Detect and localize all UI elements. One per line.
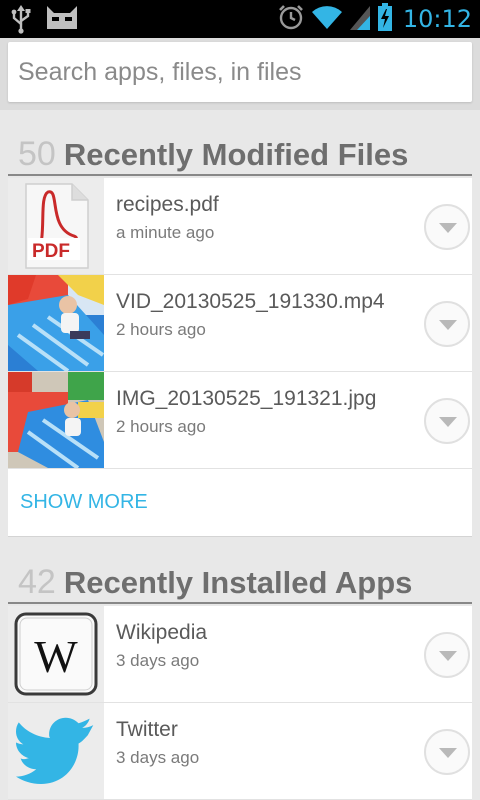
item-time: 3 days ago bbox=[116, 748, 200, 767]
recent-apps-title: Recently Installed Apps bbox=[63, 565, 413, 600]
signal-icon bbox=[349, 4, 371, 35]
recent-apps-header: 42 Recently Installed Apps bbox=[8, 560, 472, 604]
list-item[interactable]: PDF recipes.pdf a minute ago bbox=[8, 178, 472, 275]
search-input[interactable] bbox=[8, 42, 472, 102]
recent-apps-list: W Wikipedia 3 days ago Twitter 3 days ag… bbox=[8, 606, 472, 800]
item-menu-button[interactable] bbox=[424, 204, 470, 250]
recent-files-title: Recently Modified Files bbox=[63, 137, 409, 172]
twitter-icon bbox=[8, 703, 104, 799]
chevron-down-icon bbox=[439, 223, 457, 233]
search-box[interactable] bbox=[8, 42, 472, 102]
svg-text:W: W bbox=[34, 631, 78, 682]
clock: 10:12 bbox=[402, 5, 472, 33]
item-time: 3 days ago bbox=[116, 651, 200, 670]
recent-files-list: PDF recipes.pdf a minute ago VID_2013052… bbox=[8, 178, 472, 469]
recent-apps-count: 42 bbox=[18, 563, 56, 601]
android-debug-icon bbox=[44, 4, 80, 39]
show-more-link[interactable]: SHOW MORE bbox=[20, 491, 148, 514]
chevron-down-icon bbox=[439, 651, 457, 661]
item-name: recipes.pdf bbox=[116, 193, 219, 216]
status-bar: 10:12 bbox=[0, 0, 480, 38]
item-name: IMG_20130525_191321.jpg bbox=[116, 387, 377, 410]
search-bar bbox=[0, 38, 480, 110]
alarm-icon bbox=[277, 3, 305, 36]
show-more-row: SHOW MORE bbox=[8, 469, 472, 537]
chevron-down-icon bbox=[439, 320, 457, 330]
recent-files-header: 50 Recently Modified Files bbox=[8, 132, 472, 176]
item-menu-button[interactable] bbox=[424, 632, 470, 678]
chevron-down-icon bbox=[439, 417, 457, 427]
item-time: a minute ago bbox=[116, 223, 215, 242]
list-item[interactable]: Twitter 3 days ago bbox=[8, 703, 472, 800]
recent-files-count: 50 bbox=[18, 135, 56, 173]
item-time: 2 hours ago bbox=[116, 417, 206, 436]
battery-charging-icon bbox=[377, 2, 393, 36]
wifi-icon bbox=[311, 4, 343, 35]
image-thumbnail bbox=[8, 372, 104, 468]
list-item[interactable]: W Wikipedia 3 days ago bbox=[8, 606, 472, 703]
wikipedia-icon: W bbox=[8, 606, 104, 702]
video-thumbnail bbox=[8, 275, 104, 371]
list-item[interactable]: VID_20130525_191330.mp4 2 hours ago bbox=[8, 275, 472, 372]
item-menu-button[interactable] bbox=[424, 301, 470, 347]
chevron-down-icon bbox=[439, 748, 457, 758]
item-menu-button[interactable] bbox=[424, 729, 470, 775]
list-item[interactable]: IMG_20130525_191321.jpg 2 hours ago bbox=[8, 372, 472, 469]
item-menu-button[interactable] bbox=[424, 398, 470, 444]
item-time: 2 hours ago bbox=[116, 320, 206, 339]
item-name: Twitter bbox=[116, 718, 178, 741]
pdf-icon: PDF bbox=[8, 178, 104, 274]
item-name: VID_20130525_191330.mp4 bbox=[116, 290, 385, 313]
item-name: Wikipedia bbox=[116, 621, 208, 644]
usb-icon bbox=[10, 4, 32, 39]
svg-text:PDF: PDF bbox=[32, 241, 70, 262]
